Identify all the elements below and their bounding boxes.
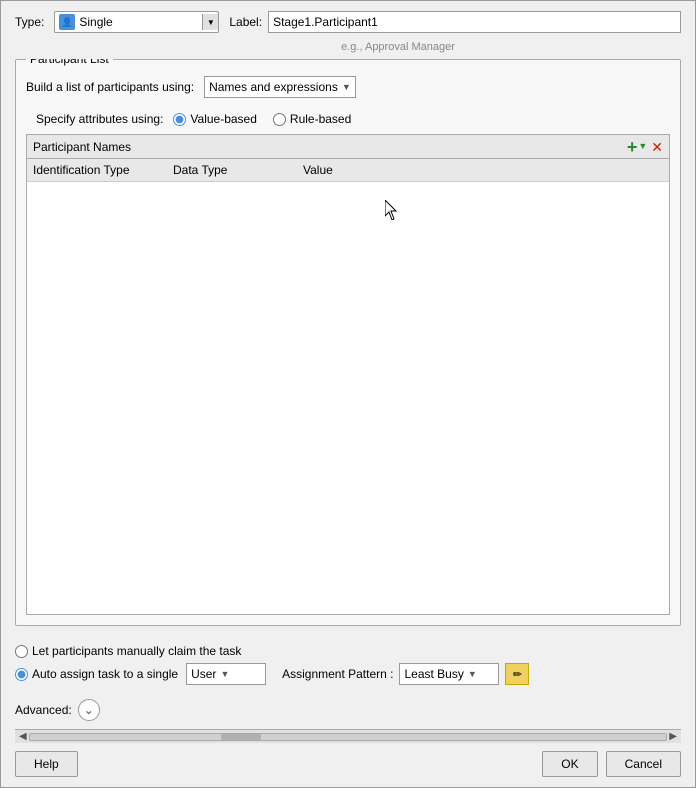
ok-button[interactable]: OK xyxy=(542,751,597,777)
radio-value-based-label: Value-based xyxy=(190,112,257,126)
build-row: Build a list of participants using: Name… xyxy=(26,76,670,98)
edit-pattern-button[interactable]: ✏ xyxy=(505,663,529,685)
manually-row: Let participants manually claim the task xyxy=(15,644,681,658)
auto-assign-label: Auto assign task to a single xyxy=(32,667,178,681)
manually-claim-radio[interactable]: Let participants manually claim the task xyxy=(15,644,241,658)
advanced-label: Advanced: xyxy=(15,703,72,717)
auto-assign-row: Auto assign task to a single User ▼ Assi… xyxy=(15,663,681,685)
user-select[interactable]: User ▼ xyxy=(186,663,266,685)
advanced-row: Advanced: ⌄ xyxy=(1,691,695,729)
advanced-toggle-button[interactable]: ⌄ xyxy=(78,699,100,721)
help-button[interactable]: Help xyxy=(15,751,78,777)
assignment-pattern-label: Assignment Pattern : xyxy=(282,667,393,681)
build-dropdown-arrow: ▼ xyxy=(342,82,351,92)
auto-assign-radio[interactable]: Auto assign task to a single xyxy=(15,667,178,681)
label-label: Label: xyxy=(229,15,262,29)
pattern-dropdown-arrow: ▼ xyxy=(468,669,477,679)
label-section: Label: xyxy=(229,11,681,33)
horizontal-scrollbar[interactable]: ◀ ▶ xyxy=(15,729,681,743)
specify-row: Specify attributes using: Value-based Ru… xyxy=(26,112,670,126)
type-value: Single xyxy=(79,15,202,29)
radio-value-based[interactable]: Value-based xyxy=(173,112,257,126)
table-body xyxy=(27,182,669,614)
manually-claim-label: Let participants manually claim the task xyxy=(32,644,241,658)
add-icon: + xyxy=(627,138,638,156)
participant-list-fieldset: Participant List Build a list of partici… xyxy=(15,59,681,626)
radio-group: Value-based Rule-based xyxy=(173,112,351,126)
user-dropdown-arrow: ▼ xyxy=(220,669,229,679)
type-select[interactable]: 👤 Single ▼ xyxy=(54,11,219,33)
build-selected-value: Names and expressions xyxy=(209,80,338,94)
top-section: Type: 👤 Single ▼ Label: xyxy=(1,1,695,39)
content-area: Participant List Build a list of partici… xyxy=(1,59,695,636)
scrollbar-track[interactable] xyxy=(29,733,668,741)
build-label: Build a list of participants using: xyxy=(26,80,194,94)
pattern-selected-value: Least Busy xyxy=(404,667,463,681)
edit-icon: ✏ xyxy=(513,668,522,681)
dialog: Type: 👤 Single ▼ Label: e.g., Approval M… xyxy=(0,0,696,788)
scroll-left-arrow[interactable]: ◀ xyxy=(17,731,29,742)
pattern-select[interactable]: Least Busy ▼ xyxy=(399,663,499,685)
type-dropdown-arrow[interactable]: ▼ xyxy=(202,14,218,30)
assignment-pattern-section: Assignment Pattern : Least Busy ▼ ✏ xyxy=(282,663,529,685)
footer-buttons: Help OK Cancel xyxy=(1,743,695,787)
add-dropdown-icon[interactable]: ▼ xyxy=(638,142,647,151)
col-data-type: Data Type xyxy=(171,162,301,178)
participant-names-panel: Participant Names + ▼ ✕ Identification T… xyxy=(26,134,670,615)
user-selected-value: User xyxy=(191,667,216,681)
advanced-toggle-icon: ⌄ xyxy=(84,703,94,717)
panel-header: Participant Names + ▼ ✕ xyxy=(27,135,669,159)
radio-rule-based[interactable]: Rule-based xyxy=(273,112,351,126)
footer-right: OK Cancel xyxy=(542,751,681,777)
scrollbar-thumb[interactable] xyxy=(221,734,261,740)
col-identification-type: Identification Type xyxy=(31,162,171,178)
specify-label: Specify attributes using: xyxy=(36,112,163,126)
table-header: Identification Type Data Type Value xyxy=(27,159,669,182)
type-label: Type: xyxy=(15,15,44,29)
col-value: Value xyxy=(301,162,665,178)
label-input[interactable] xyxy=(268,11,681,33)
radio-rule-based-label: Rule-based xyxy=(290,112,351,126)
cancel-button[interactable]: Cancel xyxy=(606,751,681,777)
panel-actions: + ▼ ✕ xyxy=(627,138,663,156)
scroll-right-arrow[interactable]: ▶ xyxy=(667,731,679,742)
eg-text: e.g., Approval Manager xyxy=(1,39,695,59)
add-button[interactable]: + ▼ xyxy=(627,138,647,156)
fieldset-legend: Participant List xyxy=(26,59,113,66)
bottom-section: Let participants manually claim the task… xyxy=(1,636,695,691)
type-icon: 👤 xyxy=(59,14,75,30)
remove-button[interactable]: ✕ xyxy=(651,140,663,154)
build-dropdown[interactable]: Names and expressions ▼ xyxy=(204,76,356,98)
panel-title: Participant Names xyxy=(33,140,131,154)
